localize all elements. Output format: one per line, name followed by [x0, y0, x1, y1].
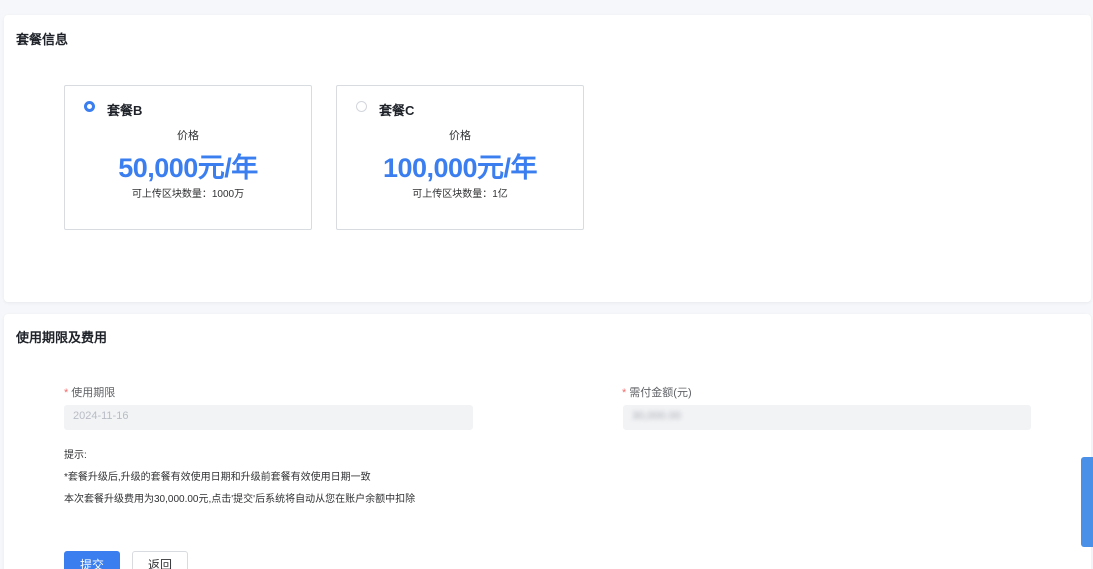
period-label-text: 使用期限 [71, 387, 116, 399]
tips-block: 提示: *套餐升级后,升级的套餐有效使用日期和升级前套餐有效使用日期一致 本次套… [64, 449, 415, 515]
floating-side-tab[interactable] [1081, 457, 1093, 547]
amount-label-text: 需付金额(元) [629, 387, 692, 399]
tips-line: 本次套餐升级费用为30,000.00元,点击'提交'后系统将自动从您在账户余额中… [64, 494, 416, 505]
plan-name: 套餐B [107, 103, 143, 118]
radio-checked-icon[interactable] [84, 101, 95, 112]
amount-input-value: 30,000.00 [632, 410, 681, 422]
submit-button[interactable]: 提交 [64, 551, 120, 569]
amount-label: * 需付金额(元) [622, 384, 692, 400]
price-label: 价格 [449, 130, 471, 142]
fee-section-title: 使用期限及费用 [16, 330, 108, 345]
price-value: 100,000元/年 [382, 153, 538, 183]
period-label: * 使用期限 [64, 384, 115, 400]
amount-input[interactable]: 30,000.00 [623, 405, 1031, 430]
required-mark: * [64, 387, 69, 399]
plan-info-card: 套餐信息 套餐B 价格 50,000元/年 可上传区块数量：1000万 套餐C … [4, 15, 1091, 302]
price-value: 50,000元/年 [118, 153, 258, 183]
required-mark: * [622, 387, 627, 399]
plan-option-c[interactable]: 套餐C 价格 100,000元/年 可上传区块数量：1亿 [336, 85, 584, 230]
period-input[interactable]: 2024-11-16 [64, 405, 473, 430]
tips-heading: 提示: [64, 450, 87, 461]
period-fee-card: 使用期限及费用 * 使用期限 2024-11-16 * 需付金额(元) 30,000… [4, 314, 1091, 569]
back-button[interactable]: 返回 [132, 551, 188, 569]
period-input-value: 2024-11-16 [73, 410, 129, 422]
quota-text: 可上传区块数量：1000万 [131, 189, 245, 200]
plan-option-b[interactable]: 套餐B 价格 50,000元/年 可上传区块数量：1000万 [64, 85, 312, 230]
tips-line: *套餐升级后,升级的套餐有效使用日期和升级前套餐有效使用日期一致 [64, 472, 371, 483]
quota-text: 可上传区块数量：1亿 [412, 189, 508, 200]
price-label: 价格 [177, 130, 199, 142]
plan-section-title: 套餐信息 [16, 32, 69, 47]
page: 套餐信息 套餐B 价格 50,000元/年 可上传区块数量：1000万 套餐C … [0, 0, 1093, 569]
radio-unchecked-icon[interactable] [356, 101, 367, 112]
plan-name: 套餐C [379, 103, 415, 118]
